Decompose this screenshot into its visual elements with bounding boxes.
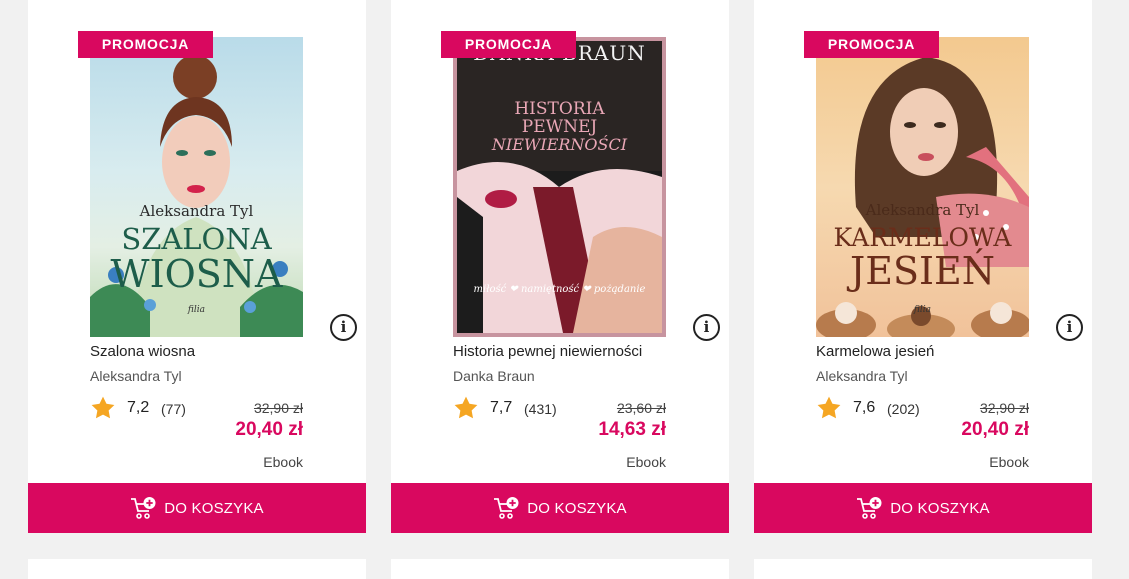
- rating-value: 7,2: [127, 399, 150, 416]
- promo-badge: PROMOCJA: [78, 31, 213, 58]
- book-cover[interactable]: Aleksandra Tyl KARMELOWA JESIEŃ filia: [816, 37, 1029, 337]
- add-to-cart-button[interactable]: DO KOSZYKA: [391, 483, 729, 533]
- rating-count: (431): [524, 401, 557, 417]
- promo-badge: PROMOCJA: [441, 31, 576, 58]
- product-title[interactable]: Historia pewnej niewierności: [453, 343, 642, 360]
- old-price: 32,90 zł: [979, 400, 1029, 416]
- current-price: 20,40 zł: [961, 419, 1029, 440]
- cover-tagline: miłość ❤ namiętność ❤ pożądanie: [473, 284, 646, 295]
- cover-title-line1: KARMELOWA: [833, 223, 1012, 252]
- product-card: Aleksandra Tyl SZALONA WIOSNA filia PROM…: [28, 0, 366, 533]
- add-to-cart-label: DO KOSZYKA: [164, 499, 264, 517]
- cover-imprint: filia: [913, 305, 932, 315]
- add-to-cart-label: DO KOSZYKA: [890, 499, 990, 517]
- book-cover[interactable]: DANKA BRAUN HISTORIA PEWNEJ NIEWIERNOŚCI…: [453, 37, 666, 337]
- current-price: 14,63 zł: [598, 419, 666, 440]
- cover-title-line3: NIEWIERNOŚCI: [491, 135, 628, 154]
- current-price: 20,40 zł: [235, 419, 303, 440]
- product-card: DANKA BRAUN HISTORIA PEWNEJ NIEWIERNOŚCI…: [391, 0, 729, 533]
- info-icon[interactable]: i: [693, 314, 720, 341]
- cover-title-line1: HISTORIA: [514, 99, 605, 119]
- product-format: Ebook: [626, 454, 666, 470]
- cover-imprint: filia: [187, 305, 206, 315]
- old-price: 32,90 zł: [253, 400, 303, 416]
- product-author[interactable]: Aleksandra Tyl: [90, 368, 182, 384]
- book-cover[interactable]: Aleksandra Tyl SZALONA WIOSNA filia: [90, 37, 303, 337]
- product-format: Ebook: [263, 454, 303, 470]
- cart-add-icon: [131, 497, 156, 519]
- add-to-cart-label: DO KOSZYKA: [527, 499, 627, 517]
- rating-count: (77): [161, 401, 186, 417]
- cart-add-icon: [494, 497, 519, 519]
- old-price: 23,60 zł: [616, 400, 666, 416]
- cover-title-line2: PEWNEJ: [521, 117, 598, 137]
- add-to-cart-button[interactable]: DO KOSZYKA: [754, 483, 1092, 533]
- star-icon: [91, 396, 115, 419]
- promo-badge: PROMOCJA: [804, 31, 939, 58]
- cover-author: Aleksandra Tyl: [139, 202, 254, 220]
- star-icon: [817, 396, 841, 419]
- rating-count: (202): [887, 401, 920, 417]
- rating-value: 7,7: [490, 399, 513, 416]
- product-card-next-row: [754, 559, 1092, 579]
- product-title[interactable]: Karmelowa jesień: [816, 343, 934, 360]
- cover-title-line2: WIOSNA: [110, 252, 283, 296]
- info-icon[interactable]: i: [1056, 314, 1083, 341]
- cover-title-line2: JESIEŃ: [849, 249, 995, 293]
- cover-title-line1: SZALONA: [121, 222, 272, 256]
- product-title[interactable]: Szalona wiosna: [90, 343, 195, 360]
- product-author[interactable]: Aleksandra Tyl: [816, 368, 908, 384]
- product-author[interactable]: Danka Braun: [453, 368, 535, 384]
- product-card-next-row: [391, 559, 729, 579]
- add-to-cart-button[interactable]: DO KOSZYKA: [28, 483, 366, 533]
- cart-add-icon: [857, 497, 882, 519]
- cover-author: Aleksandra Tyl: [865, 201, 980, 219]
- product-card-next-row: [28, 559, 366, 579]
- product-format: Ebook: [989, 454, 1029, 470]
- rating-value: 7,6: [853, 399, 876, 416]
- star-icon: [454, 396, 478, 419]
- product-card: Aleksandra Tyl KARMELOWA JESIEŃ filia PR…: [754, 0, 1092, 533]
- info-icon[interactable]: i: [330, 314, 357, 341]
